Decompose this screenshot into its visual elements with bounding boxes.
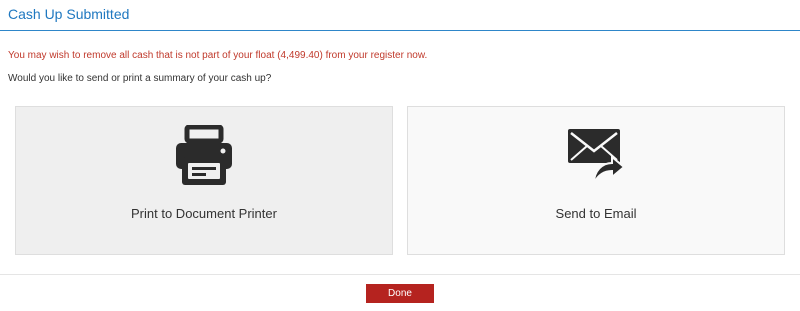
print-option-label: Print to Document Printer xyxy=(131,206,277,221)
cash-up-dialog: Cash Up Submitted You may wish to remove… xyxy=(0,0,800,311)
float-warning-message: You may wish to remove all cash that is … xyxy=(8,50,428,61)
dialog-header: Cash Up Submitted xyxy=(0,0,800,31)
dialog-title: Cash Up Submitted xyxy=(8,6,130,22)
done-button[interactable]: Done xyxy=(366,284,434,303)
email-option-button[interactable]: Send to Email xyxy=(407,106,785,255)
print-option-button[interactable]: Print to Document Printer xyxy=(15,106,393,255)
summary-question: Would you like to send or print a summar… xyxy=(8,73,272,84)
envelope-send-icon xyxy=(566,127,626,185)
footer-divider xyxy=(0,274,800,275)
printer-icon xyxy=(174,124,234,187)
email-option-label: Send to Email xyxy=(555,206,637,221)
